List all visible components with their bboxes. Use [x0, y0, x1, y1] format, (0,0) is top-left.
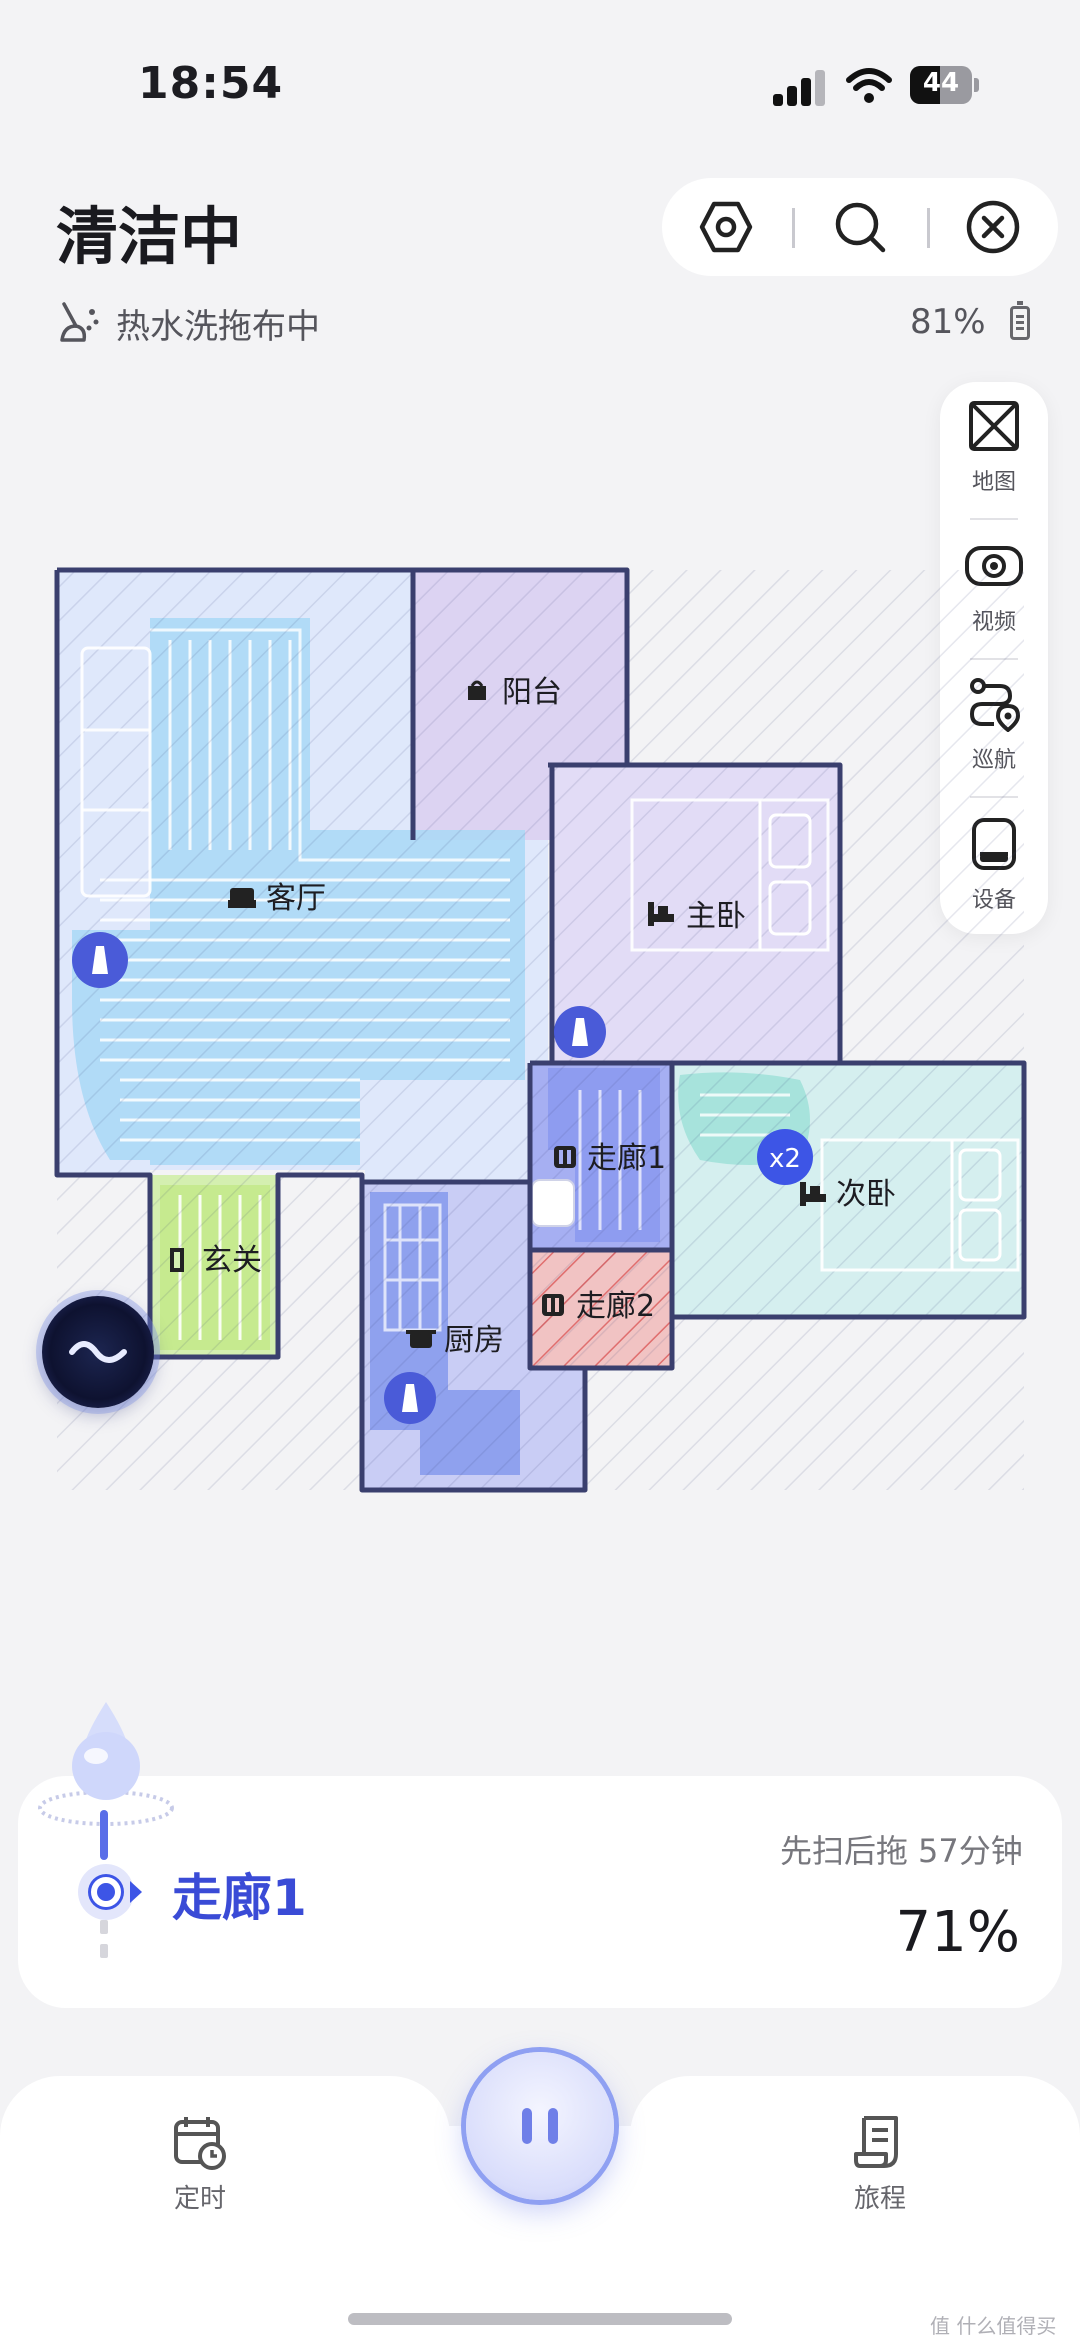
- remaining-time: 57分钟: [918, 1832, 1023, 1870]
- room-name-kitchen: 厨房: [444, 1323, 504, 1358]
- schedule-tab[interactable]: 定时: [130, 2114, 270, 2234]
- cleaning-mode: 先扫后拖: [780, 1832, 909, 1870]
- pause-button[interactable]: [466, 2052, 614, 2200]
- cleaning-mode-info: 先扫后拖 57分钟: [770, 1826, 1023, 1872]
- schedule-tab-label: 定时: [173, 2184, 226, 2214]
- status-time: 18:54: [138, 58, 284, 109]
- journey-tab[interactable]: 旅程: [810, 2114, 950, 2234]
- ai-assistant-button[interactable]: [42, 1296, 154, 1408]
- map-tool-label: 地图: [971, 470, 1016, 495]
- home-indicator: [348, 2313, 732, 2325]
- cleaning-percent: 71%: [895, 1900, 1020, 1965]
- battery-status-icon: 44: [910, 66, 979, 104]
- robot-battery-icon: [1010, 301, 1030, 340]
- svg-text:x2: x2: [769, 1144, 801, 1174]
- room-name-living: 客厅: [266, 881, 326, 916]
- journey-tab-label: 旅程: [853, 2184, 906, 2214]
- room-name-master-bedroom: 主卧: [686, 899, 746, 934]
- room-name-second-bedroom: 次卧: [836, 1177, 896, 1212]
- current-room-name: 走廊1: [172, 1869, 307, 1927]
- search-icon: [835, 202, 886, 253]
- robot-battery-percent: 81%: [910, 302, 986, 342]
- hexagon-settings-icon: [699, 201, 753, 253]
- cleaning-sub-status: 热水洗拖布中: [56, 298, 320, 348]
- cleaning-map[interactable]: 阳台 客厅 主卧 走廊1 次卧 玄关 走廊2 厨房 x2: [0, 540, 1080, 1540]
- settings-button[interactable]: [694, 195, 758, 259]
- wave-icon: [69, 1341, 127, 1363]
- close-button[interactable]: [961, 195, 1025, 259]
- sub-status-text: 热水洗拖布中: [116, 306, 320, 347]
- calendar-clock-icon: [174, 2117, 226, 2170]
- current-room-indicator: [78, 1864, 134, 1920]
- mop-marker-icon: [72, 932, 128, 988]
- top-actions-bar: [662, 178, 1058, 276]
- status-bar: 18:54 44: [0, 0, 1080, 170]
- mop-marker-icon: [554, 1006, 606, 1058]
- pause-icon: [522, 2108, 532, 2144]
- water-drop-icon: [38, 1702, 174, 1826]
- repeat-count-badge: x2: [757, 1129, 813, 1185]
- room-name-corridor-2: 走廊2: [576, 1289, 655, 1324]
- map-icon: [969, 401, 1019, 451]
- page-title: 清洁中: [56, 200, 243, 273]
- mop-marker-icon: [384, 1372, 436, 1424]
- mop-washing-icon: [60, 302, 99, 342]
- cellular-signal-icon: [773, 70, 825, 106]
- watermark: 值 什么值得买: [930, 2314, 1057, 2338]
- journey-document-icon: [854, 2116, 898, 2168]
- room-name-corridor-1: 走廊1: [587, 1141, 666, 1176]
- map-tool-map[interactable]: 地图: [940, 382, 1048, 506]
- room-name-entrance: 玄关: [202, 1243, 262, 1278]
- room-name-balcony: 阳台: [502, 675, 562, 710]
- close-icon: [966, 200, 1020, 254]
- battery-level-text: 44: [922, 68, 960, 98]
- current-room-arrow-icon: [130, 1881, 142, 1903]
- search-button[interactable]: [828, 195, 892, 259]
- wifi-icon: [845, 66, 893, 106]
